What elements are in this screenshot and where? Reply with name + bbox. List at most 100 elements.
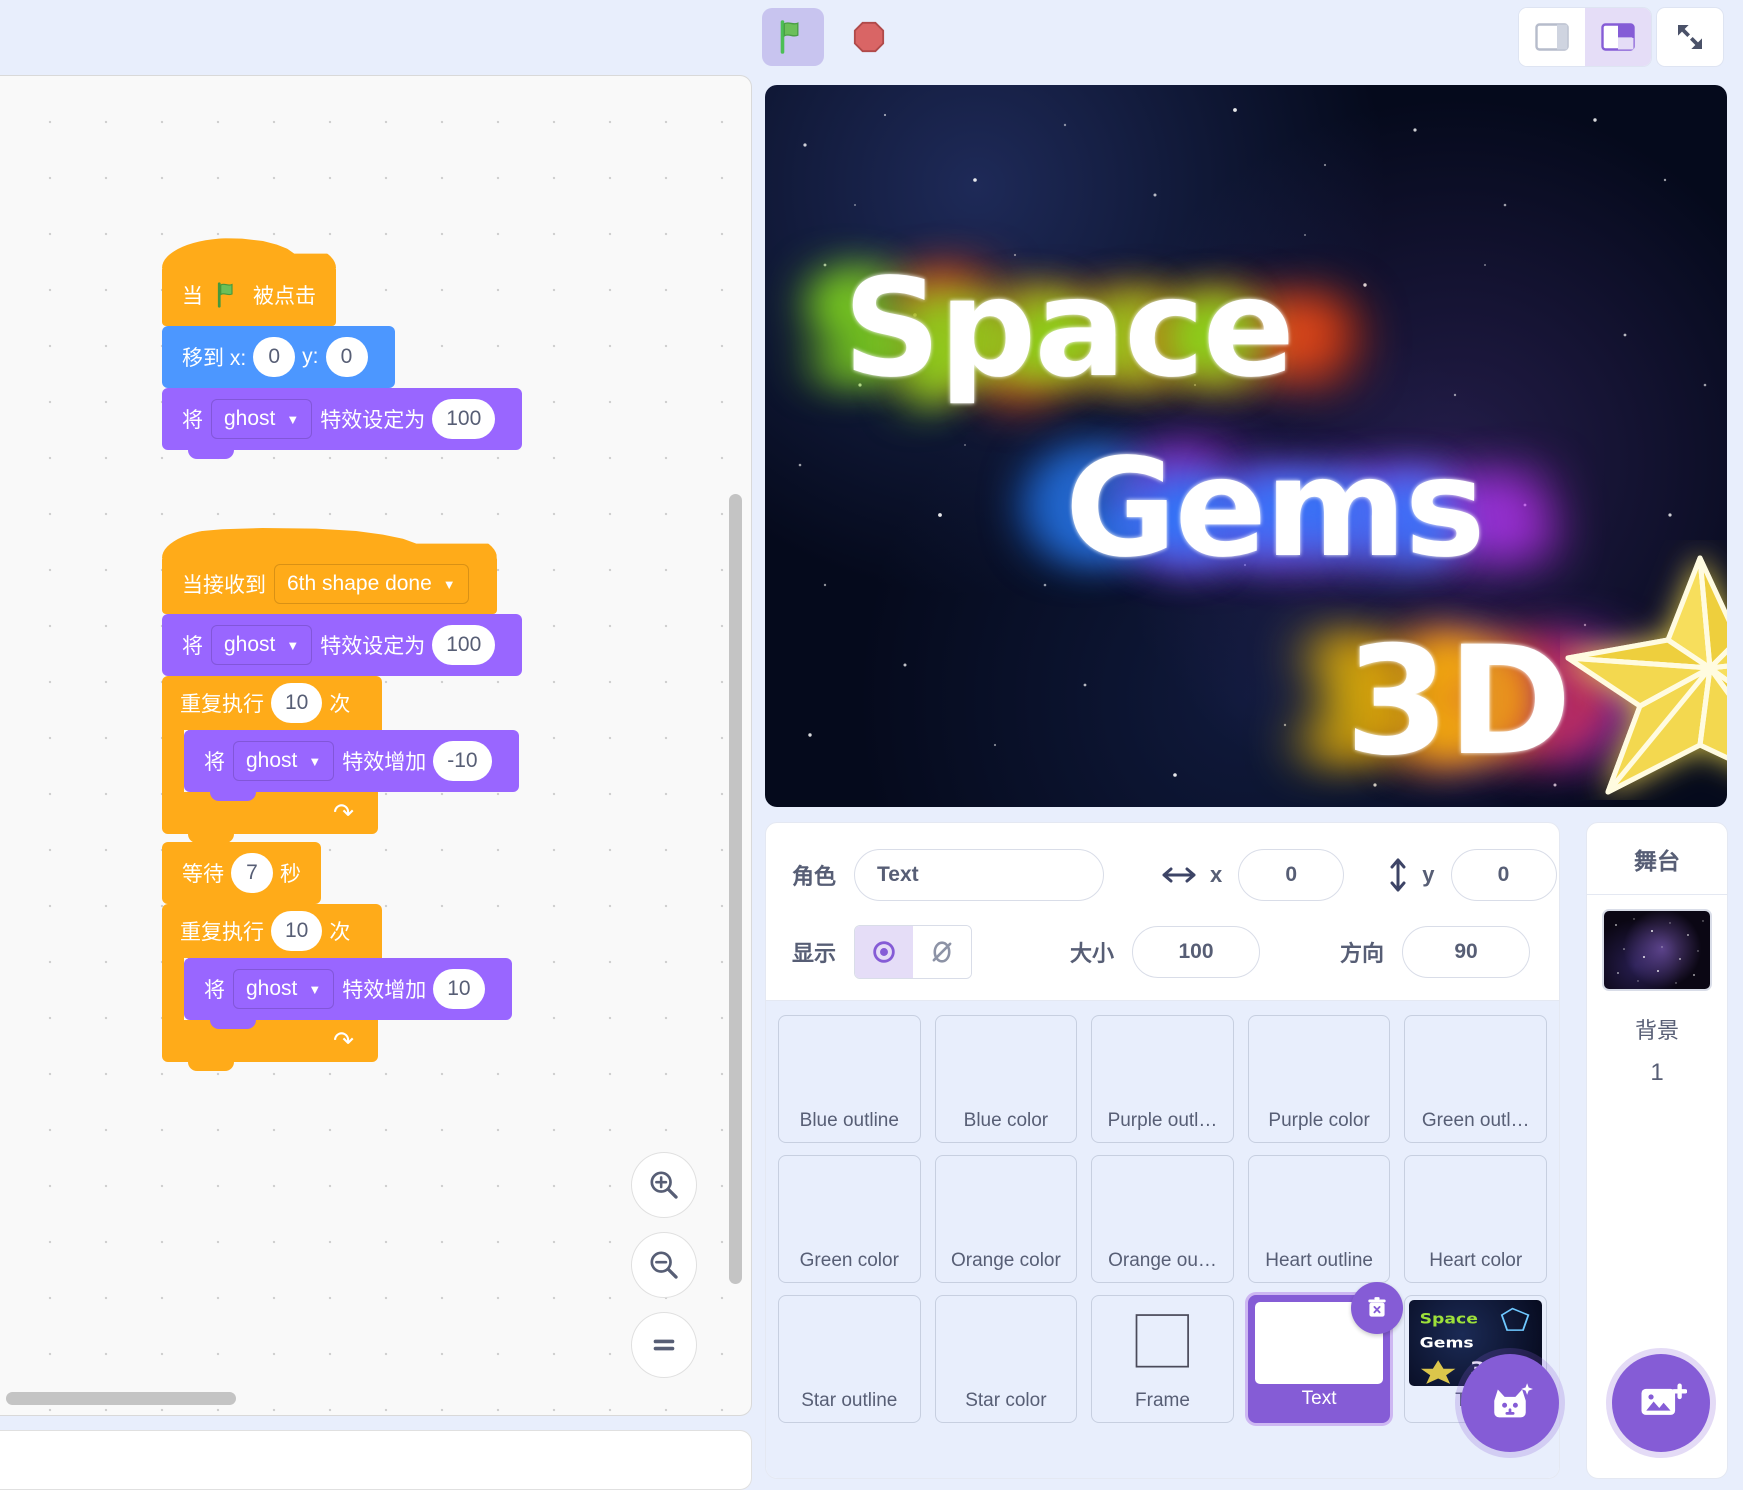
sprite-item[interactable]: Star color [934, 1295, 1078, 1423]
block-when-flag-clicked[interactable]: 当 被点击 [162, 264, 336, 335]
change-effect-prefix: 将 [204, 751, 225, 774]
green-flag-button[interactable] [762, 8, 824, 66]
sprite-name-input[interactable]: Text [854, 849, 1105, 901]
sprite-item[interactable]: Heart outline [1247, 1155, 1391, 1283]
goto-y-input[interactable]: 0 [325, 337, 368, 377]
sprite-size-input[interactable]: 100 [1132, 926, 1261, 978]
repeat-left-arm-2 [162, 958, 184, 1020]
sprite-item-label: Star outline [801, 1390, 898, 1411]
repeat-suffix: 次 [329, 693, 351, 716]
small-stage-icon [1535, 23, 1569, 51]
add-backdrop-icon [1641, 1383, 1687, 1415]
top-toolbar [0, 0, 1743, 75]
effect-dropdown-value: ghost [246, 977, 298, 1000]
effect-dropdown[interactable]: ghost ▼ [211, 399, 313, 439]
goto-x-input[interactable]: 0 [253, 337, 296, 377]
block-change-effect-1[interactable]: 将 ghost ▼ 特效增加 -10 [184, 730, 519, 801]
workspace-horizontal-scrollbar[interactable] [6, 1392, 236, 1405]
set-effect-value[interactable]: 100 [432, 625, 496, 665]
sprite-item[interactable]: Frame [1091, 1295, 1234, 1423]
stage-view[interactable]: Space Gems 3D [765, 85, 1727, 807]
fullscreen-button[interactable] [1657, 8, 1723, 66]
trash-icon [1368, 1297, 1387, 1317]
code-workspace[interactable]: 当 被点击 移到 x: 0 y: 0 将 ghost ▼ 特效设定为 100 当… [0, 75, 752, 1416]
sprite-item[interactable]: Green outl… [1404, 1015, 1547, 1143]
sprite-item[interactable]: Blue color [934, 1015, 1078, 1143]
show-sprite-button[interactable] [855, 926, 914, 978]
block-text-when: 当 [182, 285, 203, 308]
block-goto-xy[interactable]: 移到 x: 0 y: 0 [162, 326, 395, 397]
small-stage-button[interactable] [1519, 8, 1585, 66]
sprite-item-label: Star color [965, 1390, 1047, 1411]
hide-sprite-button[interactable] [913, 926, 972, 978]
sprite-item[interactable]: Orange ou… [1091, 1155, 1234, 1283]
green-flag-icon [780, 20, 799, 54]
block-change-effect-2[interactable]: 将 ghost ▼ 特效增加 10 [184, 958, 512, 1029]
repeat-header-1[interactable]: 重复执行 10 次 [162, 676, 382, 739]
sprite-x-input[interactable]: 0 [1238, 849, 1345, 901]
sprite-item-label: Blue color [963, 1110, 1049, 1131]
block-set-effect-2[interactable]: 将 ghost ▼ 特效设定为 100 [162, 614, 523, 685]
sprite-y-label: y [1422, 862, 1435, 887]
sprite-item[interactable]: Blue outline [778, 1015, 921, 1143]
stage-title-space: Space [843, 250, 1295, 408]
effect-dropdown[interactable]: ghost ▼ [233, 741, 335, 781]
sprite-direction-input[interactable]: 90 [1402, 926, 1531, 978]
sprite-show-label: 显示 [792, 941, 837, 966]
sprite-item[interactable]: Heart color [1404, 1155, 1547, 1283]
star-gem-icon [1565, 555, 1727, 795]
visibility-toggle [854, 925, 973, 979]
repeat-suffix: 次 [329, 921, 351, 944]
sprite-panel: 角色 Text x 0 y 0 显示 大小 100 方向 90 Blue out… [765, 822, 1560, 1479]
effect-dropdown[interactable]: ghost ▼ [211, 625, 313, 665]
zoom-reset-button[interactable] [632, 1313, 696, 1377]
repeat-count-input[interactable]: 10 [271, 683, 323, 723]
repeat-count-input[interactable]: 10 [271, 911, 323, 951]
block-wait[interactable]: 等待 7 秒 [162, 842, 321, 913]
message-dropdown[interactable]: 6th shape done ▼ [274, 564, 469, 604]
block-when-i-receive[interactable]: 当接收到 6th shape done ▼ [162, 554, 497, 623]
backdrop-stars-icon [1615, 918, 1704, 984]
goto-label: 移到 x: [182, 347, 247, 370]
repeat-footer-2[interactable]: ↶ [162, 1020, 378, 1071]
chevron-down-icon: ▼ [308, 753, 322, 769]
sprite-y-input[interactable]: 0 [1450, 849, 1557, 901]
sprite-item[interactable]: Star outline [778, 1295, 921, 1423]
sprite-direction-label: 方向 [1340, 941, 1385, 966]
backdrop-thumbnail[interactable] [1602, 909, 1712, 991]
change-effect-value[interactable]: 10 [433, 969, 485, 1009]
sprite-item-label: Purple color [1268, 1110, 1370, 1131]
sprite-item-selected[interactable]: Text [1247, 1282, 1404, 1423]
effect-dropdown-value: ghost [224, 633, 276, 656]
workspace-vertical-scrollbar[interactable] [729, 494, 742, 1284]
chevron-down-icon: ▼ [286, 637, 300, 653]
stage-title-3d: 3D [1345, 615, 1572, 789]
sprite-item-label: Purple outl… [1107, 1110, 1218, 1131]
sprite-item-label: Text [1301, 1388, 1337, 1409]
stop-button[interactable] [838, 8, 900, 66]
delete-sprite-button[interactable] [1351, 1282, 1404, 1334]
repeat-footer-1[interactable]: ↶ [162, 792, 378, 843]
sprite-item-label: Blue outline [799, 1110, 899, 1131]
repeat-header-2[interactable]: 重复执行 10 次 [162, 904, 382, 967]
sprite-item[interactable]: Purple color [1247, 1015, 1391, 1143]
block-set-effect-1[interactable]: 将 ghost ▼ 特效设定为 100 [162, 388, 523, 459]
change-effect-suffix: 特效增加 [342, 979, 427, 1002]
set-effect-suffix: 特效设定为 [320, 409, 426, 432]
large-stage-button[interactable] [1585, 8, 1651, 66]
green-flag-icon [217, 282, 233, 308]
add-sprite-button[interactable] [1461, 1354, 1559, 1452]
add-backdrop-button[interactable] [1612, 1354, 1710, 1452]
backdrop-label: 背景 [1634, 1018, 1679, 1043]
sprite-item[interactable]: Orange color [934, 1155, 1078, 1283]
sprite-item-label: Frame [1135, 1390, 1190, 1411]
change-effect-value[interactable]: -10 [433, 741, 492, 781]
y-arrow-icon [1390, 858, 1406, 892]
wait-value-input[interactable]: 7 [231, 853, 273, 893]
zoom-in-button[interactable] [632, 1153, 696, 1217]
zoom-out-button[interactable] [632, 1233, 696, 1297]
set-effect-value[interactable]: 100 [432, 399, 496, 439]
sprite-item[interactable]: Green color [778, 1155, 921, 1283]
sprite-item[interactable]: Purple outl… [1091, 1015, 1234, 1143]
effect-dropdown[interactable]: ghost ▼ [233, 969, 335, 1009]
